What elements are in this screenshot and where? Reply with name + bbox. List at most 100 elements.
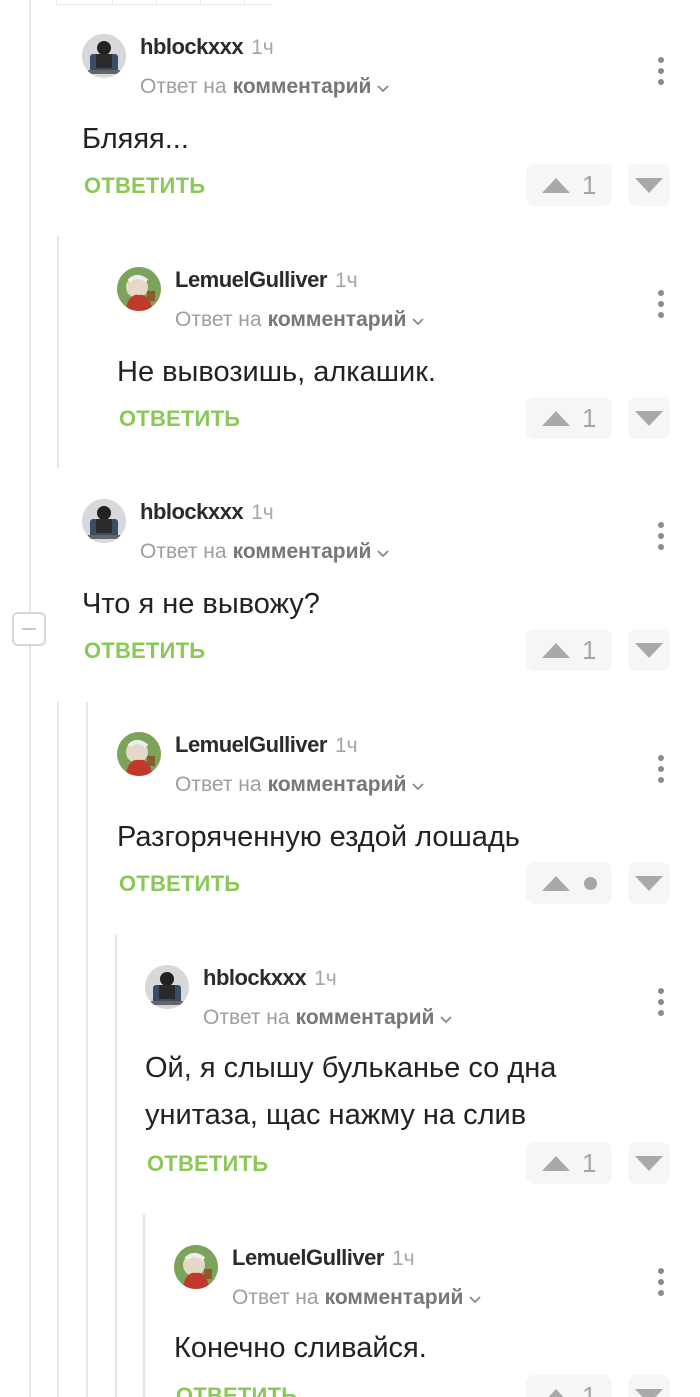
more-options-icon[interactable] — [652, 519, 670, 555]
chevron-down-icon — [412, 773, 425, 797]
comment-text: Ой, я слышу бульканье со дна унитаза, ща… — [145, 1045, 556, 1139]
reply-to-link[interactable]: Ответ на комментарий — [203, 1006, 453, 1030]
reply-to-target: комментарий — [267, 773, 407, 796]
author-name[interactable]: hblockxxx — [140, 499, 244, 525]
comment-text: Что я не вывожу? — [82, 581, 320, 628]
arrow-down-icon — [635, 1155, 663, 1171]
comment: hblockxxx 1ч Ответ на комментарий Что я … — [82, 487, 670, 687]
downvote-button[interactable] — [628, 397, 670, 439]
comment-text-line: Что я не вывожу? — [82, 588, 320, 620]
comment: hblockxxx 1ч Ответ на комментарий Бляяя.… — [82, 22, 670, 222]
reply-button[interactable]: ОТВЕТИТЬ — [176, 1383, 297, 1397]
comment-text: Не вывозишь, алкашик. — [117, 349, 436, 396]
arrow-up-icon — [542, 642, 570, 658]
thread-top-ticks — [56, 0, 272, 5]
reply-to-prefix: Ответ на — [203, 1006, 290, 1029]
reply-button[interactable]: ОТВЕТИТЬ — [119, 406, 240, 432]
author-name[interactable]: hblockxxx — [203, 965, 307, 991]
collapse-thread-button[interactable] — [12, 612, 46, 646]
avatar[interactable] — [82, 34, 126, 78]
downvote-button[interactable] — [628, 629, 670, 671]
reply-to-target: комментарий — [324, 1286, 464, 1309]
comment-time: 1ч — [334, 269, 358, 292]
reply-to-target: комментарий — [232, 540, 372, 563]
comment: hblockxxx 1ч Ответ на комментарий Ой, я … — [145, 953, 670, 1201]
comment-author: LemuelGulliver 1ч — [175, 732, 358, 758]
more-options-icon[interactable] — [652, 54, 670, 90]
more-options-icon[interactable] — [652, 1265, 670, 1301]
downvote-button[interactable] — [628, 1375, 670, 1397]
avatar[interactable] — [82, 499, 126, 543]
chevron-down-icon — [440, 1006, 453, 1030]
more-options-icon[interactable] — [652, 287, 670, 323]
comment-text-line: Ой, я слышу бульканье со дна — [145, 1052, 557, 1084]
reply-to-link[interactable]: Ответ на комментарий — [175, 773, 425, 797]
reply-to-link[interactable]: Ответ на комментарий — [175, 308, 425, 332]
reply-to-link[interactable]: Ответ на комментарий — [232, 1286, 482, 1310]
chevron-down-icon — [469, 1286, 482, 1310]
comment-author: hblockxxx 1ч — [203, 965, 337, 991]
reply-to-link[interactable]: Ответ на комментарий — [140, 75, 390, 99]
reply-to-prefix: Ответ на — [140, 75, 227, 98]
comment: LemuelGulliver 1ч Ответ на комментарий Н… — [117, 255, 670, 455]
arrow-down-icon — [635, 410, 663, 426]
author-name[interactable]: hblockxxx — [140, 34, 244, 60]
thread-line — [29, 0, 31, 612]
comment-text-line: Конечно сливайся. — [174, 1332, 427, 1364]
avatar[interactable] — [117, 732, 161, 776]
rating-hidden-dot-icon — [583, 876, 597, 890]
reply-button[interactable]: ОТВЕТИТЬ — [84, 173, 205, 199]
vote-controls: 1 — [526, 1142, 670, 1184]
comment-time: 1ч — [314, 967, 337, 990]
arrow-up-icon — [542, 1155, 570, 1171]
reply-to-target: комментарий — [232, 75, 372, 98]
reply-to-prefix: Ответ на — [140, 540, 227, 563]
rating-count: 1 — [582, 169, 597, 200]
reply-to-prefix: Ответ на — [232, 1286, 319, 1309]
upvote-button[interactable]: 1 — [526, 1142, 612, 1184]
comment-time: 1ч — [334, 734, 358, 757]
comment-author: LemuelGulliver 1ч — [232, 1245, 415, 1271]
arrow-up-icon — [542, 177, 570, 193]
upvote-button[interactable] — [526, 862, 612, 904]
upvote-button[interactable]: 1 — [526, 1375, 612, 1397]
vote-controls — [526, 862, 670, 904]
avatar[interactable] — [117, 267, 161, 311]
reply-button[interactable]: ОТВЕТИТЬ — [119, 871, 240, 897]
downvote-button[interactable] — [628, 862, 670, 904]
vote-controls: 1 — [526, 164, 670, 206]
comment-author: hblockxxx 1ч — [140, 34, 274, 60]
thread-line — [57, 236, 59, 468]
comment: LemuelGulliver 1ч Ответ на комментарий К… — [174, 1233, 670, 1397]
comment-text-line: унитаза, щас нажму на слив — [145, 1099, 527, 1131]
comment-time: 1ч — [391, 1247, 415, 1270]
comment-text: Разгоряченную ездой лошадь — [117, 814, 520, 861]
author-name[interactable]: LemuelGulliver — [175, 732, 327, 758]
reply-to-prefix: Ответ на — [175, 773, 262, 796]
downvote-button[interactable] — [628, 1142, 670, 1184]
reply-button[interactable]: ОТВЕТИТЬ — [147, 1151, 268, 1177]
author-name[interactable]: LemuelGulliver — [175, 267, 327, 293]
avatar[interactable] — [145, 965, 189, 1009]
upvote-button[interactable]: 1 — [526, 397, 612, 439]
author-name[interactable]: LemuelGulliver — [232, 1245, 384, 1271]
reply-button[interactable]: ОТВЕТИТЬ — [84, 638, 205, 664]
comment: LemuelGulliver 1ч Ответ на комментарий Р… — [117, 720, 670, 920]
rating-count: 1 — [582, 1147, 597, 1178]
more-options-icon[interactable] — [652, 752, 670, 788]
comment-time: 1ч — [251, 36, 274, 59]
avatar[interactable] — [174, 1245, 218, 1289]
chevron-down-icon — [412, 308, 425, 332]
more-options-icon[interactable] — [652, 985, 670, 1021]
rating-count: 1 — [582, 634, 597, 665]
reply-to-link[interactable]: Ответ на комментарий — [140, 540, 390, 564]
comment-text: Бляяя... — [82, 116, 189, 163]
thread-line — [57, 702, 59, 1397]
upvote-button[interactable]: 1 — [526, 164, 612, 206]
downvote-button[interactable] — [628, 164, 670, 206]
arrow-up-icon — [542, 410, 570, 426]
upvote-button[interactable]: 1 — [526, 629, 612, 671]
comment-author: LemuelGulliver 1ч — [175, 267, 358, 293]
vote-controls: 1 — [526, 1375, 670, 1397]
comment-text-line: Бляяя... — [82, 123, 189, 155]
